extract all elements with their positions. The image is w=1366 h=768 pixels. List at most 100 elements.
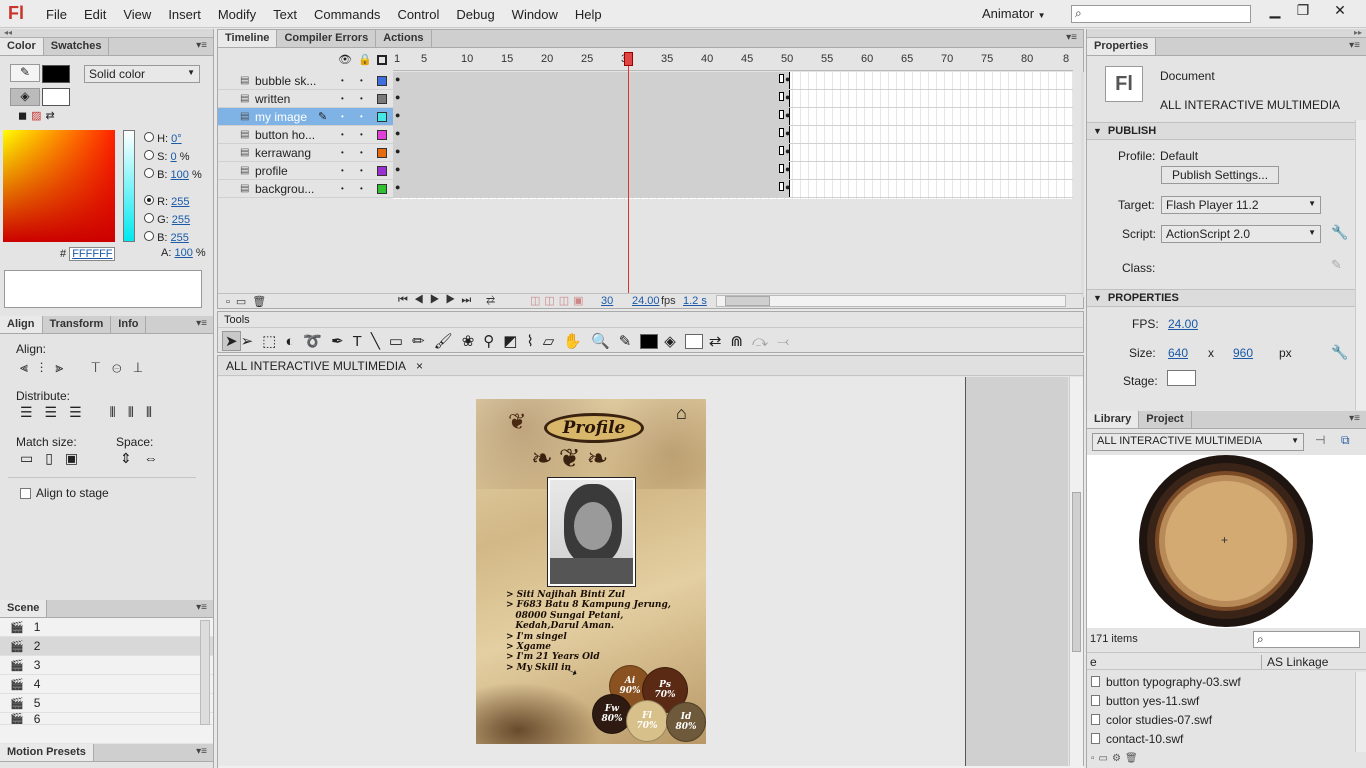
text-tool-icon[interactable]: T xyxy=(353,333,371,350)
stage-color-swatch[interactable] xyxy=(1167,370,1196,386)
height-input[interactable]: 960 xyxy=(1233,346,1253,360)
frame-span[interactable] xyxy=(393,108,790,125)
layer-row[interactable]: ▤ profile • • xyxy=(218,162,393,180)
layer-name[interactable]: written xyxy=(255,92,290,106)
fill-type-select[interactable]: Solid color xyxy=(84,65,200,83)
layer-row[interactable]: ▤ bubble sk... • • xyxy=(218,72,393,90)
restore-icon[interactable]: ❐ xyxy=(1289,2,1317,19)
checkbox-icon[interactable] xyxy=(20,487,31,499)
panel-menu-icon[interactable]: ▾≡ xyxy=(1060,30,1083,47)
close-tab-icon[interactable]: × xyxy=(416,359,423,373)
eye-icon[interactable]: 👁 xyxy=(338,53,352,66)
onion-skin-buttons[interactable]: ◫◫◫▣ xyxy=(530,294,588,307)
layer-outline-color[interactable] xyxy=(377,147,387,158)
panel-menu-icon[interactable]: ▾≡ xyxy=(190,316,213,333)
close-icon[interactable]: ✕ xyxy=(1326,2,1354,19)
swap-colors-icon[interactable]: ⇄ xyxy=(709,332,731,350)
frame-span[interactable] xyxy=(393,72,790,89)
tab-align[interactable]: Align xyxy=(0,316,43,333)
playback-buttons[interactable]: ⏮◀▶▶⏭ ⇄ xyxy=(398,294,501,307)
frame-row[interactable]: ● ● xyxy=(393,162,1073,180)
skill-bubble-id[interactable]: Id 80% xyxy=(666,702,706,742)
menu-control[interactable]: Control xyxy=(397,7,449,22)
frame-row[interactable]: ● ● xyxy=(393,108,1073,126)
target-select[interactable]: Flash Player 11.2 xyxy=(1161,196,1321,214)
stroke-color-swatch[interactable] xyxy=(42,65,70,83)
lock-dot[interactable]: • xyxy=(360,76,363,85)
layer-name[interactable]: button ho... xyxy=(255,128,315,142)
frame-row[interactable]: ● ● xyxy=(393,180,1073,198)
space-buttons[interactable]: ⇕⇔ xyxy=(120,450,170,467)
r-value[interactable]: 255 xyxy=(171,196,189,208)
tab-library[interactable]: Library xyxy=(1087,411,1140,428)
line-tool-icon[interactable]: ╲ xyxy=(371,332,389,350)
menu-file[interactable]: File xyxy=(46,7,77,22)
b-radio[interactable] xyxy=(144,168,154,178)
tab-motion-presets[interactable]: Motion Presets xyxy=(0,744,94,761)
tab-scene[interactable]: Scene xyxy=(0,600,48,617)
g-value[interactable]: 255 xyxy=(172,214,190,226)
collapse-strip[interactable]: ◂◂ xyxy=(0,29,213,38)
layer-row[interactable]: ▤ kerrawang • • xyxy=(218,144,393,162)
keyframe-dot[interactable]: ● xyxy=(395,110,400,120)
frame-ruler[interactable]: 151015202530354045505560657075808 xyxy=(393,49,1073,71)
menu-window[interactable]: Window xyxy=(512,7,568,22)
keyframe-dot[interactable]: ● xyxy=(395,92,400,102)
pin-icon[interactable]: ⊣ xyxy=(1315,433,1325,447)
library-item[interactable]: contact-10.swf xyxy=(1087,729,1355,748)
pen-icon[interactable]: ✒ xyxy=(331,332,353,350)
playhead-handle[interactable] xyxy=(624,52,633,66)
scroll-thumb[interactable] xyxy=(725,296,770,306)
visible-dot[interactable]: • xyxy=(341,130,344,139)
menu-insert[interactable]: Insert xyxy=(168,7,211,22)
library-item[interactable]: button yes-11.swf xyxy=(1087,691,1355,710)
frame-span[interactable] xyxy=(393,144,790,161)
align-to-stage-checkbox[interactable]: Align to stage xyxy=(20,486,109,500)
layer-row[interactable]: ▤ my image ✎ • • xyxy=(218,108,393,126)
keyframe-dot[interactable]: ● xyxy=(395,74,400,84)
blue-value[interactable]: 255 xyxy=(171,232,189,244)
visible-dot[interactable]: • xyxy=(341,166,344,175)
paint-bucket-icon[interactable]: ◩ xyxy=(503,332,526,350)
swap-colors-icon[interactable]: ◼▨⇄ xyxy=(18,109,59,122)
hand-icon[interactable]: ✋ xyxy=(563,332,591,350)
panel-menu-icon[interactable]: ▾≡ xyxy=(190,744,213,761)
distribute-buttons[interactable]: ☰☰☰ ⦀⦀⦀ xyxy=(20,404,164,421)
layer-outline-color[interactable] xyxy=(377,75,387,86)
scene-item[interactable]: 🎬 6 xyxy=(0,713,213,725)
layer-buttons[interactable]: ▫▭🗑 xyxy=(226,295,272,308)
layer-name[interactable]: kerrawang xyxy=(255,146,311,160)
keyframe-dot[interactable]: ● xyxy=(395,128,400,138)
keyframe-dot[interactable]: ● xyxy=(785,182,790,192)
tab-color[interactable]: Color xyxy=(0,38,44,55)
library-item[interactable]: button typography-03.swf xyxy=(1087,672,1355,691)
scene-item[interactable]: 🎬 2 xyxy=(0,637,213,656)
layer-name[interactable]: backgrou... xyxy=(255,182,314,196)
frame-span[interactable] xyxy=(393,90,790,107)
menu-commands[interactable]: Commands xyxy=(314,7,390,22)
eyedropper-icon[interactable]: ⌇ xyxy=(526,332,542,350)
lock-icon[interactable]: 🔒 xyxy=(358,53,372,66)
deco-icon[interactable]: ❀ xyxy=(462,332,484,350)
tab-actions[interactable]: Actions xyxy=(376,30,432,47)
keyframe-dot[interactable]: ● xyxy=(785,92,790,102)
straighten-icon[interactable]: ⤙ xyxy=(777,333,798,350)
pencil-icon[interactable]: ✏ xyxy=(412,332,434,350)
fps-input[interactable]: 24.00 xyxy=(1168,317,1198,331)
panel-menu-icon[interactable]: ▾≡ xyxy=(1343,411,1366,428)
stroke-swatch[interactable] xyxy=(640,333,659,349)
layer-outline-color[interactable] xyxy=(377,183,387,194)
layer-outline-color[interactable] xyxy=(377,165,387,176)
fill-color-swatch[interactable] xyxy=(42,88,70,106)
layer-name[interactable]: bubble sk... xyxy=(255,74,316,88)
outline-icon[interactable] xyxy=(377,55,387,65)
s-value[interactable]: 0 xyxy=(171,151,177,163)
linkage-column[interactable]: AS Linkage xyxy=(1261,655,1328,669)
scene-item[interactable]: 🎬 5 xyxy=(0,694,213,713)
width-input[interactable]: 640 xyxy=(1168,346,1188,360)
scene-item[interactable]: 🎬 1 xyxy=(0,618,213,637)
snap-magnet-icon[interactable]: ⋒ xyxy=(730,332,752,350)
publish-header[interactable]: ▼ PUBLISH xyxy=(1087,122,1355,140)
rectangle-icon[interactable]: ▭ xyxy=(389,332,412,350)
lasso-icon[interactable]: ➰ xyxy=(303,332,331,350)
